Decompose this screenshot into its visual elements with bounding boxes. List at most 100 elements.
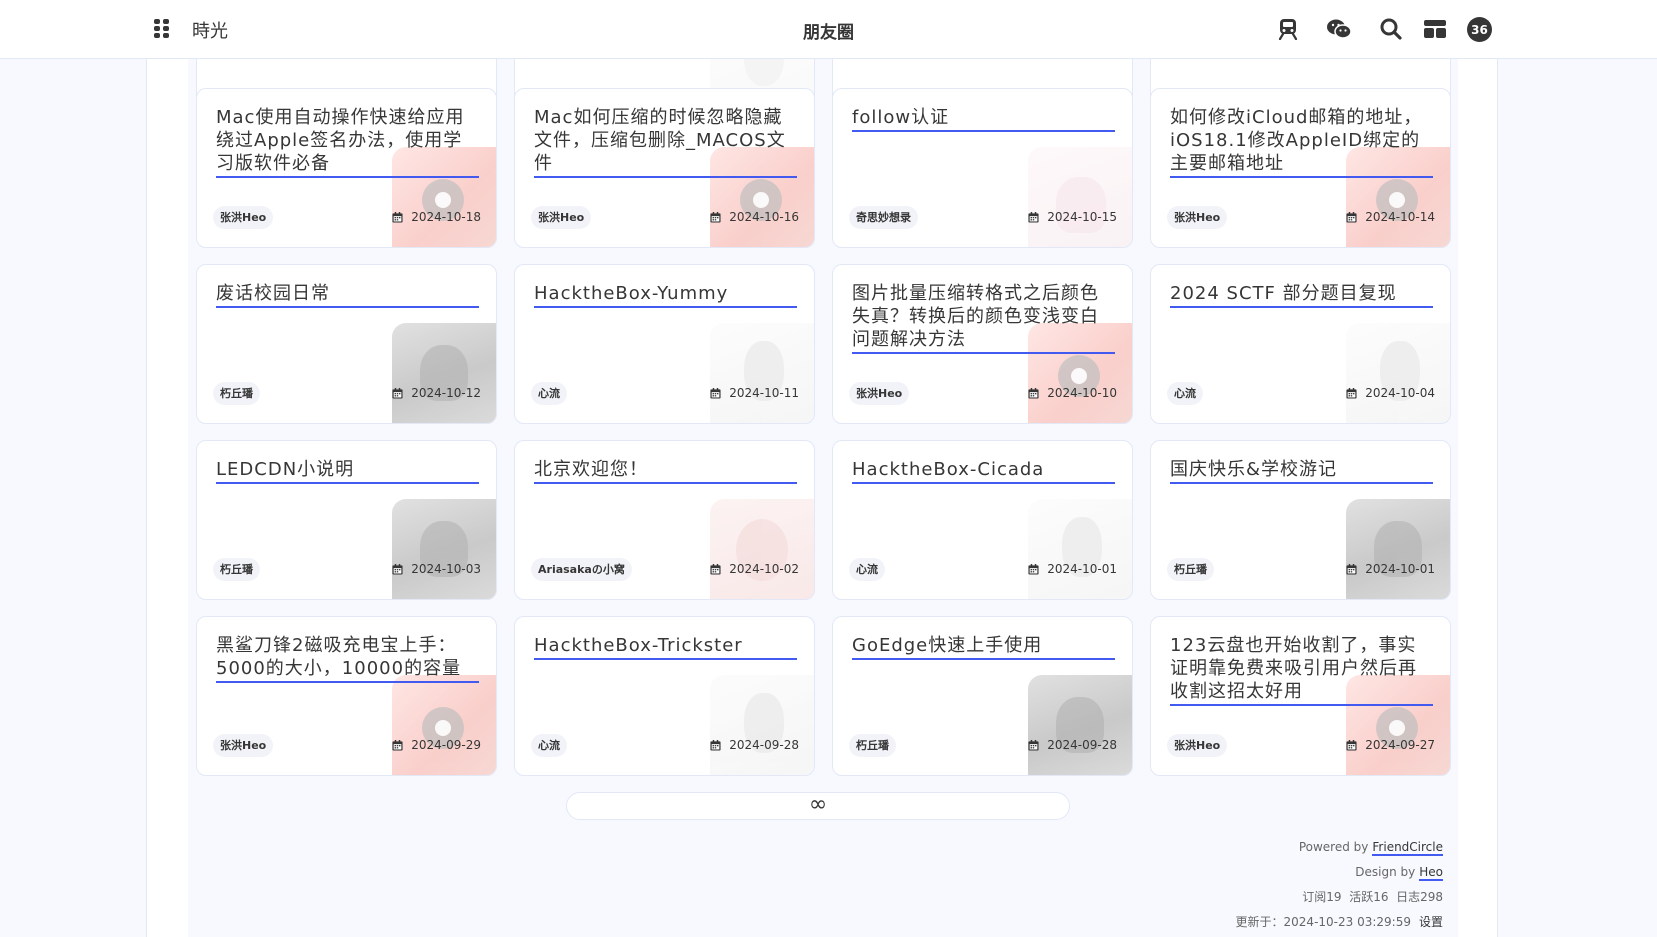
author-tag[interactable]: 心流: [1167, 382, 1203, 405]
author-tag[interactable]: 张洪Heo: [213, 734, 274, 757]
date-text: 2024-10-01: [1365, 562, 1435, 576]
author-tag[interactable]: 心流: [531, 734, 567, 757]
calendar-icon: [1028, 387, 1039, 399]
calendar-icon: [710, 211, 721, 223]
load-more-button[interactable]: ∞: [566, 792, 1070, 820]
friendcircle-link[interactable]: FriendCircle: [1372, 840, 1443, 856]
article-card[interactable]: Mac如何压缩的时候忽略隐藏文件，压缩包删除_MACOS文件 张洪Heo 2024-…: [514, 88, 815, 248]
author-tag[interactable]: 张洪Heo: [213, 206, 274, 229]
calendar-icon: [1346, 387, 1357, 399]
settings-link[interactable]: 设置: [1419, 915, 1443, 929]
footer: Powered by FriendCircle Design by Heo 订阅19…: [1236, 835, 1443, 935]
author-tag[interactable]: 张洪Heo: [1167, 734, 1228, 757]
article-title[interactable]: 2024 SCTF 部分题目复现: [1170, 282, 1433, 308]
layout-icon[interactable]: [1422, 16, 1448, 42]
calendar-icon: [1028, 739, 1039, 751]
date-text: 2024-10-01: [1047, 562, 1117, 576]
calendar-icon: [1346, 211, 1357, 223]
post-date: 2024-10-01: [1028, 562, 1117, 576]
author-avatar: [710, 675, 814, 775]
subway-icon[interactable]: [1275, 16, 1301, 42]
calendar-icon: [710, 739, 721, 751]
calendar-icon: [710, 563, 721, 575]
author-tag[interactable]: Ariasakaの小窝: [531, 558, 632, 581]
article-card[interactable]: 2024 SCTF 部分题目复现 心流 2024-10-04: [1150, 264, 1451, 424]
calendar-icon: [1028, 563, 1039, 575]
article-title[interactable]: Mac如何压缩的时候忽略隐藏文件，压缩包删除_MACOS文件: [534, 106, 797, 178]
author-avatar: [710, 499, 814, 599]
article-title[interactable]: LEDCDN小说明: [216, 458, 479, 484]
article-card[interactable]: 图片批量压缩转格式之后颜色失真？转换后的颜色变浅变白问题解决方法张洪Heo 202…: [832, 264, 1133, 424]
friend-circle-container: Mac使用自动操作快速给应用绕过Apple签名办法，使用学习版软件必备张洪Heo…: [188, 0, 1458, 937]
author-tag[interactable]: 张洪Heo: [1167, 206, 1228, 229]
calendar-icon: [1346, 739, 1357, 751]
article-card[interactable]: GoEdge快速上手使用 朽丘璠 2024-09-28: [832, 616, 1133, 776]
article-title[interactable]: 如何修改iCloud邮箱的地址，iOS18.1修改AppleID绑定的主要邮箱地…: [1170, 106, 1433, 178]
author-tag[interactable]: 心流: [849, 558, 885, 581]
post-date: 2024-10-04: [1346, 386, 1435, 400]
stats-line: 订阅19 活跃16 日志298: [1302, 890, 1443, 904]
article-title[interactable]: 123云盘也开始收割了，事实证明靠免费来吸引用户然后再收割这招太好用: [1170, 634, 1433, 706]
article-title[interactable]: follow认证: [852, 106, 1115, 132]
article-title[interactable]: 国庆快乐&学校游记: [1170, 458, 1433, 484]
date-text: 2024-09-28: [729, 738, 799, 752]
post-date: 2024-09-28: [1028, 738, 1117, 752]
post-date: 2024-10-18: [392, 210, 481, 224]
article-title[interactable]: HacktheBox-Cicada: [852, 458, 1115, 484]
author-avatar: [1028, 499, 1132, 599]
date-text: 2024-10-03: [411, 562, 481, 576]
article-card[interactable]: 123云盘也开始收割了，事实证明靠免费来吸引用户然后再收割这招太好用张洪Heo 2…: [1150, 616, 1451, 776]
date-text: 2024-10-12: [411, 386, 481, 400]
post-date: 2024-09-28: [710, 738, 799, 752]
date-text: 2024-10-14: [1365, 210, 1435, 224]
author-tag[interactable]: 心流: [531, 382, 567, 405]
article-card[interactable]: Mac使用自动操作快速给应用绕过Apple签名办法，使用学习版软件必备张洪Heo…: [196, 88, 497, 248]
date-text: 2024-09-28: [1047, 738, 1117, 752]
author-tag[interactable]: 奇思妙想录: [849, 206, 918, 229]
article-card[interactable]: HacktheBox-Cicada 心流 2024-10-01: [832, 440, 1133, 600]
author-avatar: [1028, 675, 1132, 775]
article-title[interactable]: GoEdge快速上手使用: [852, 634, 1115, 660]
search-icon[interactable]: [1378, 16, 1404, 42]
article-title[interactable]: HacktheBox-Yummy: [534, 282, 797, 308]
main-content: Mac使用自动操作快速给应用绕过Apple签名办法，使用学习版软件必备张洪Heo…: [146, 0, 1498, 937]
article-title[interactable]: 废话校园日常: [216, 282, 479, 308]
article-card[interactable]: 黑鲨刀锋2磁吸充电宝上手：5000的大小，10000的容量张洪Heo 2024-0…: [196, 616, 497, 776]
article-card[interactable]: 如何修改iCloud邮箱的地址，iOS18.1修改AppleID绑定的主要邮箱地…: [1150, 88, 1451, 248]
date-text: 2024-10-15: [1047, 210, 1117, 224]
post-date: 2024-10-02: [710, 562, 799, 576]
author-tag[interactable]: 朽丘璠: [1167, 558, 1214, 581]
author-tag[interactable]: 张洪Heo: [531, 206, 592, 229]
subscription-count-badge[interactable]: 36: [1467, 17, 1492, 42]
article-title[interactable]: 图片批量压缩转格式之后颜色失真？转换后的颜色变浅变白问题解决方法: [852, 282, 1115, 354]
author-avatar: [392, 499, 496, 599]
author-tag[interactable]: 张洪Heo: [849, 382, 910, 405]
article-card[interactable]: HacktheBox-Trickster 心流 2024-09-28: [514, 616, 815, 776]
article-card[interactable]: 北京欢迎您！ Ariasakaの小窝 2024-10-02: [514, 440, 815, 600]
post-date: 2024-09-27: [1346, 738, 1435, 752]
calendar-icon: [392, 387, 403, 399]
author-tag[interactable]: 朽丘璠: [213, 558, 260, 581]
author-avatar: [710, 323, 814, 423]
article-card[interactable]: 国庆快乐&学校游记 朽丘璠 2024-10-01: [1150, 440, 1451, 600]
article-title[interactable]: HacktheBox-Trickster: [534, 634, 797, 660]
heo-link[interactable]: Heo: [1419, 865, 1443, 881]
author-avatar: [392, 323, 496, 423]
calendar-icon: [710, 387, 721, 399]
author-tag[interactable]: 朽丘璠: [849, 734, 896, 757]
page-title: 朋友圈: [803, 23, 854, 43]
top-nav-bar: 時光 朋友圈 36: [0, 0, 1657, 59]
article-title[interactable]: Mac使用自动操作快速给应用绕过Apple签名办法，使用学习版软件必备: [216, 106, 479, 178]
article-title[interactable]: 黑鲨刀锋2磁吸充电宝上手：5000的大小，10000的容量: [216, 634, 479, 683]
calendar-icon: [1346, 563, 1357, 575]
post-date: 2024-10-10: [1028, 386, 1117, 400]
article-title[interactable]: 北京欢迎您！: [534, 458, 797, 484]
article-card[interactable]: follow认证 奇思妙想录 2024-10-15: [832, 88, 1133, 248]
author-tag[interactable]: 朽丘璠: [213, 382, 260, 405]
article-card[interactable]: 废话校园日常 朽丘璠 2024-10-12: [196, 264, 497, 424]
date-text: 2024-10-04: [1365, 386, 1435, 400]
article-card[interactable]: HacktheBox-Yummy 心流 2024-10-11: [514, 264, 815, 424]
wechat-icon[interactable]: [1326, 16, 1352, 42]
article-card[interactable]: LEDCDN小说明 朽丘璠 2024-10-03: [196, 440, 497, 600]
date-text: 2024-09-29: [411, 738, 481, 752]
